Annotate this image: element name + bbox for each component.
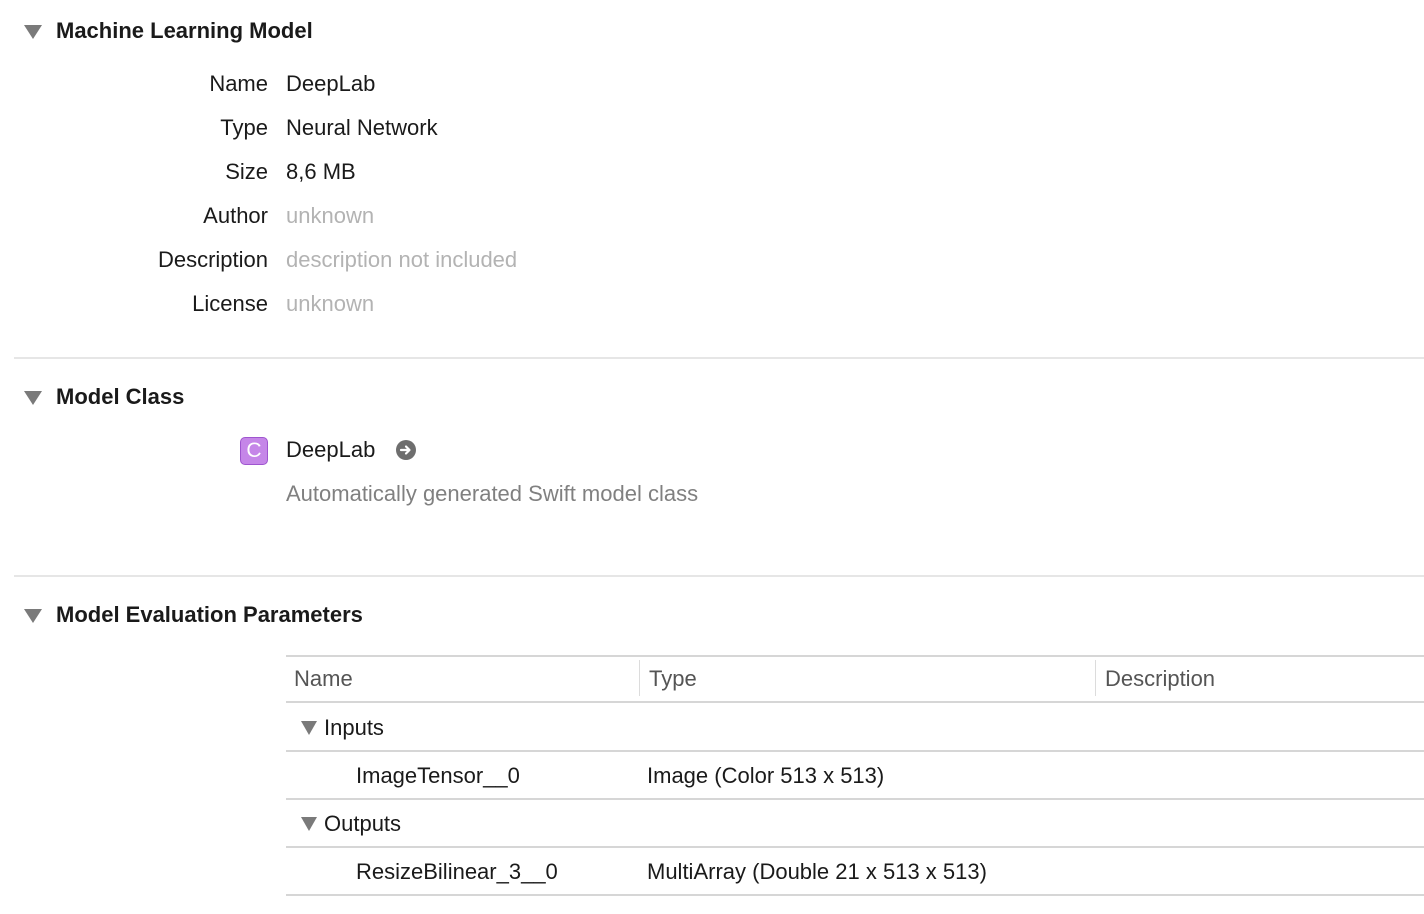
section-title-model-class: Model Class	[56, 384, 185, 409]
field-label-size: Size	[225, 159, 268, 184]
section-divider	[14, 357, 1424, 359]
field-value-type: Neural Network	[286, 115, 438, 140]
row-divider	[286, 750, 1424, 752]
field-value-description: description not included	[286, 247, 518, 272]
section-title-eval-params: Model Evaluation Parameters	[56, 602, 363, 627]
row-divider	[286, 846, 1424, 848]
field-value-size: 8,6 MB	[286, 159, 356, 184]
model-class-name: DeepLab	[286, 437, 376, 462]
column-divider[interactable]	[1095, 660, 1096, 696]
field-value-license: unknown	[286, 291, 375, 316]
column-header-name[interactable]: Name	[294, 666, 353, 692]
column-header-description[interactable]: Description	[1105, 666, 1215, 692]
field-label-license: License	[192, 291, 268, 316]
table-header-border	[286, 701, 1424, 703]
disclosure-triangle-icon[interactable]	[24, 609, 42, 623]
disclosure-triangle-icon[interactable]	[301, 721, 317, 735]
class-badge-icon: C	[240, 437, 268, 465]
field-label-type: Type	[220, 115, 268, 140]
disclosure-triangle-icon[interactable]	[24, 25, 42, 39]
arrow-right-circle-icon[interactable]	[396, 440, 416, 460]
field-label-description: Description	[157, 247, 268, 272]
row-divider	[286, 894, 1424, 896]
field-label-author: Author	[203, 203, 268, 228]
param-type: Image (Color 513 x 513)	[647, 763, 885, 788]
field-value-author: unknown	[286, 203, 375, 228]
column-divider[interactable]	[639, 660, 640, 696]
group-label-inputs: Inputs	[324, 715, 384, 740]
section-divider	[14, 575, 1424, 577]
group-label-outputs: Outputs	[324, 811, 402, 836]
param-name: ResizeBilinear_3__0	[356, 859, 558, 884]
model-class-subtitle: Automatically generated Swift model clas…	[286, 481, 699, 506]
section-title-ml-model: Machine Learning Model	[56, 18, 313, 43]
table-top-border	[286, 655, 1424, 657]
field-label-name: Name	[209, 71, 268, 96]
column-header-type[interactable]: Type	[649, 666, 697, 692]
row-divider	[286, 798, 1424, 800]
param-type: MultiArray (Double 21 x 513 x 513)	[647, 859, 987, 884]
field-value-name: DeepLab	[286, 71, 376, 96]
disclosure-triangle-icon[interactable]	[24, 391, 42, 405]
param-name: ImageTensor__0	[356, 763, 520, 788]
disclosure-triangle-icon[interactable]	[301, 817, 317, 831]
